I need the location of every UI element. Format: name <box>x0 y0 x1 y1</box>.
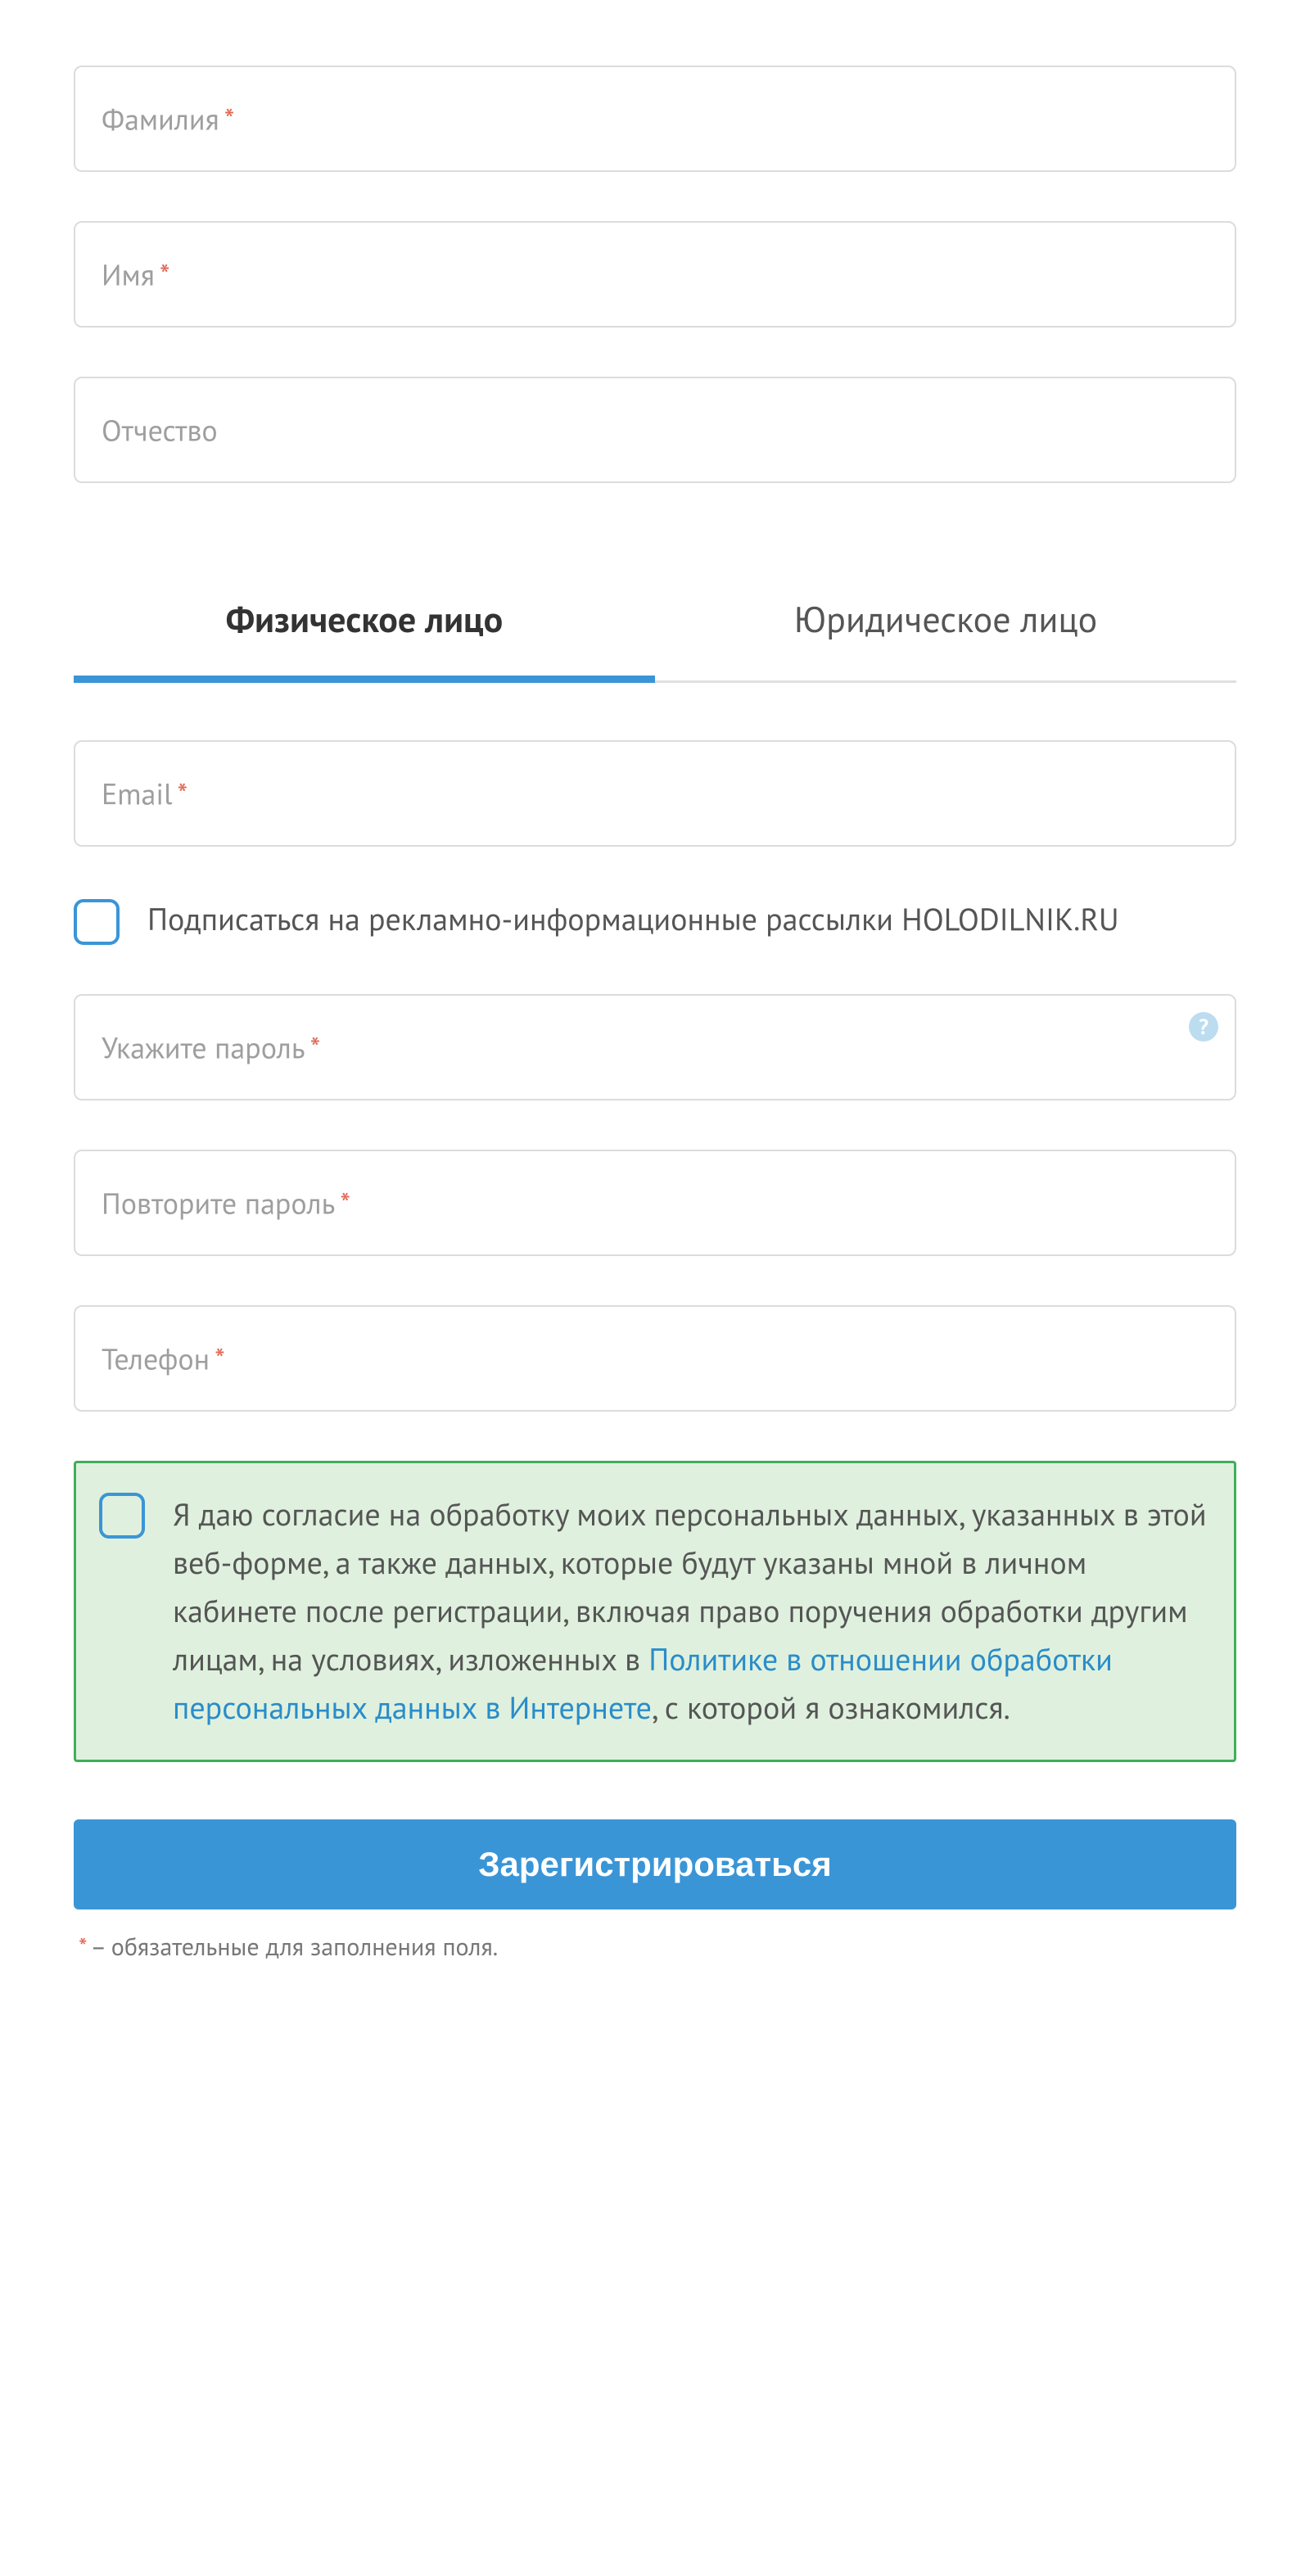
email-wrapper: Email* <box>74 740 1236 847</box>
lastname-wrapper: Фамилия* <box>74 66 1236 172</box>
password-hint-icon[interactable]: ? <box>1189 1012 1218 1042</box>
entity-type-tabs: Физическое лицо Юридическое лицо <box>74 573 1236 683</box>
subscribe-checkbox[interactable] <box>74 899 120 945</box>
password-repeat-wrapper: Повторите пароль* <box>74 1150 1236 1256</box>
consent-checkbox[interactable] <box>99 1493 145 1539</box>
firstname-wrapper: Имя* <box>74 221 1236 328</box>
phone-wrapper: Телефон* <box>74 1305 1236 1412</box>
password-input[interactable] <box>74 994 1236 1100</box>
consent-text: Я даю согласие на обработку моих персона… <box>173 1491 1211 1732</box>
consent-box: Я даю согласие на обработку моих персона… <box>74 1461 1236 1762</box>
tab-individual[interactable]: Физическое лицо <box>74 573 655 683</box>
required-footnote: * – обязательные для заполнения поля. <box>74 1931 1236 1963</box>
firstname-input[interactable] <box>74 221 1236 328</box>
lastname-input[interactable] <box>74 66 1236 172</box>
password-repeat-input[interactable] <box>74 1150 1236 1256</box>
subscribe-row: Подписаться на рекламно-информационные р… <box>74 896 1236 945</box>
tab-legal[interactable]: Юридическое лицо <box>655 573 1236 683</box>
subscribe-label: Подписаться на рекламно-информационные р… <box>147 896 1119 944</box>
patronymic-input[interactable] <box>74 377 1236 483</box>
registration-form: Фамилия* Имя* Отчество Физическое лицо Ю… <box>74 66 1236 1963</box>
patronymic-wrapper: Отчество <box>74 377 1236 483</box>
password-wrapper: Укажите пароль* ? <box>74 994 1236 1100</box>
phone-input[interactable] <box>74 1305 1236 1412</box>
email-input[interactable] <box>74 740 1236 847</box>
submit-button[interactable]: Зарегистрироваться <box>74 1819 1236 1909</box>
